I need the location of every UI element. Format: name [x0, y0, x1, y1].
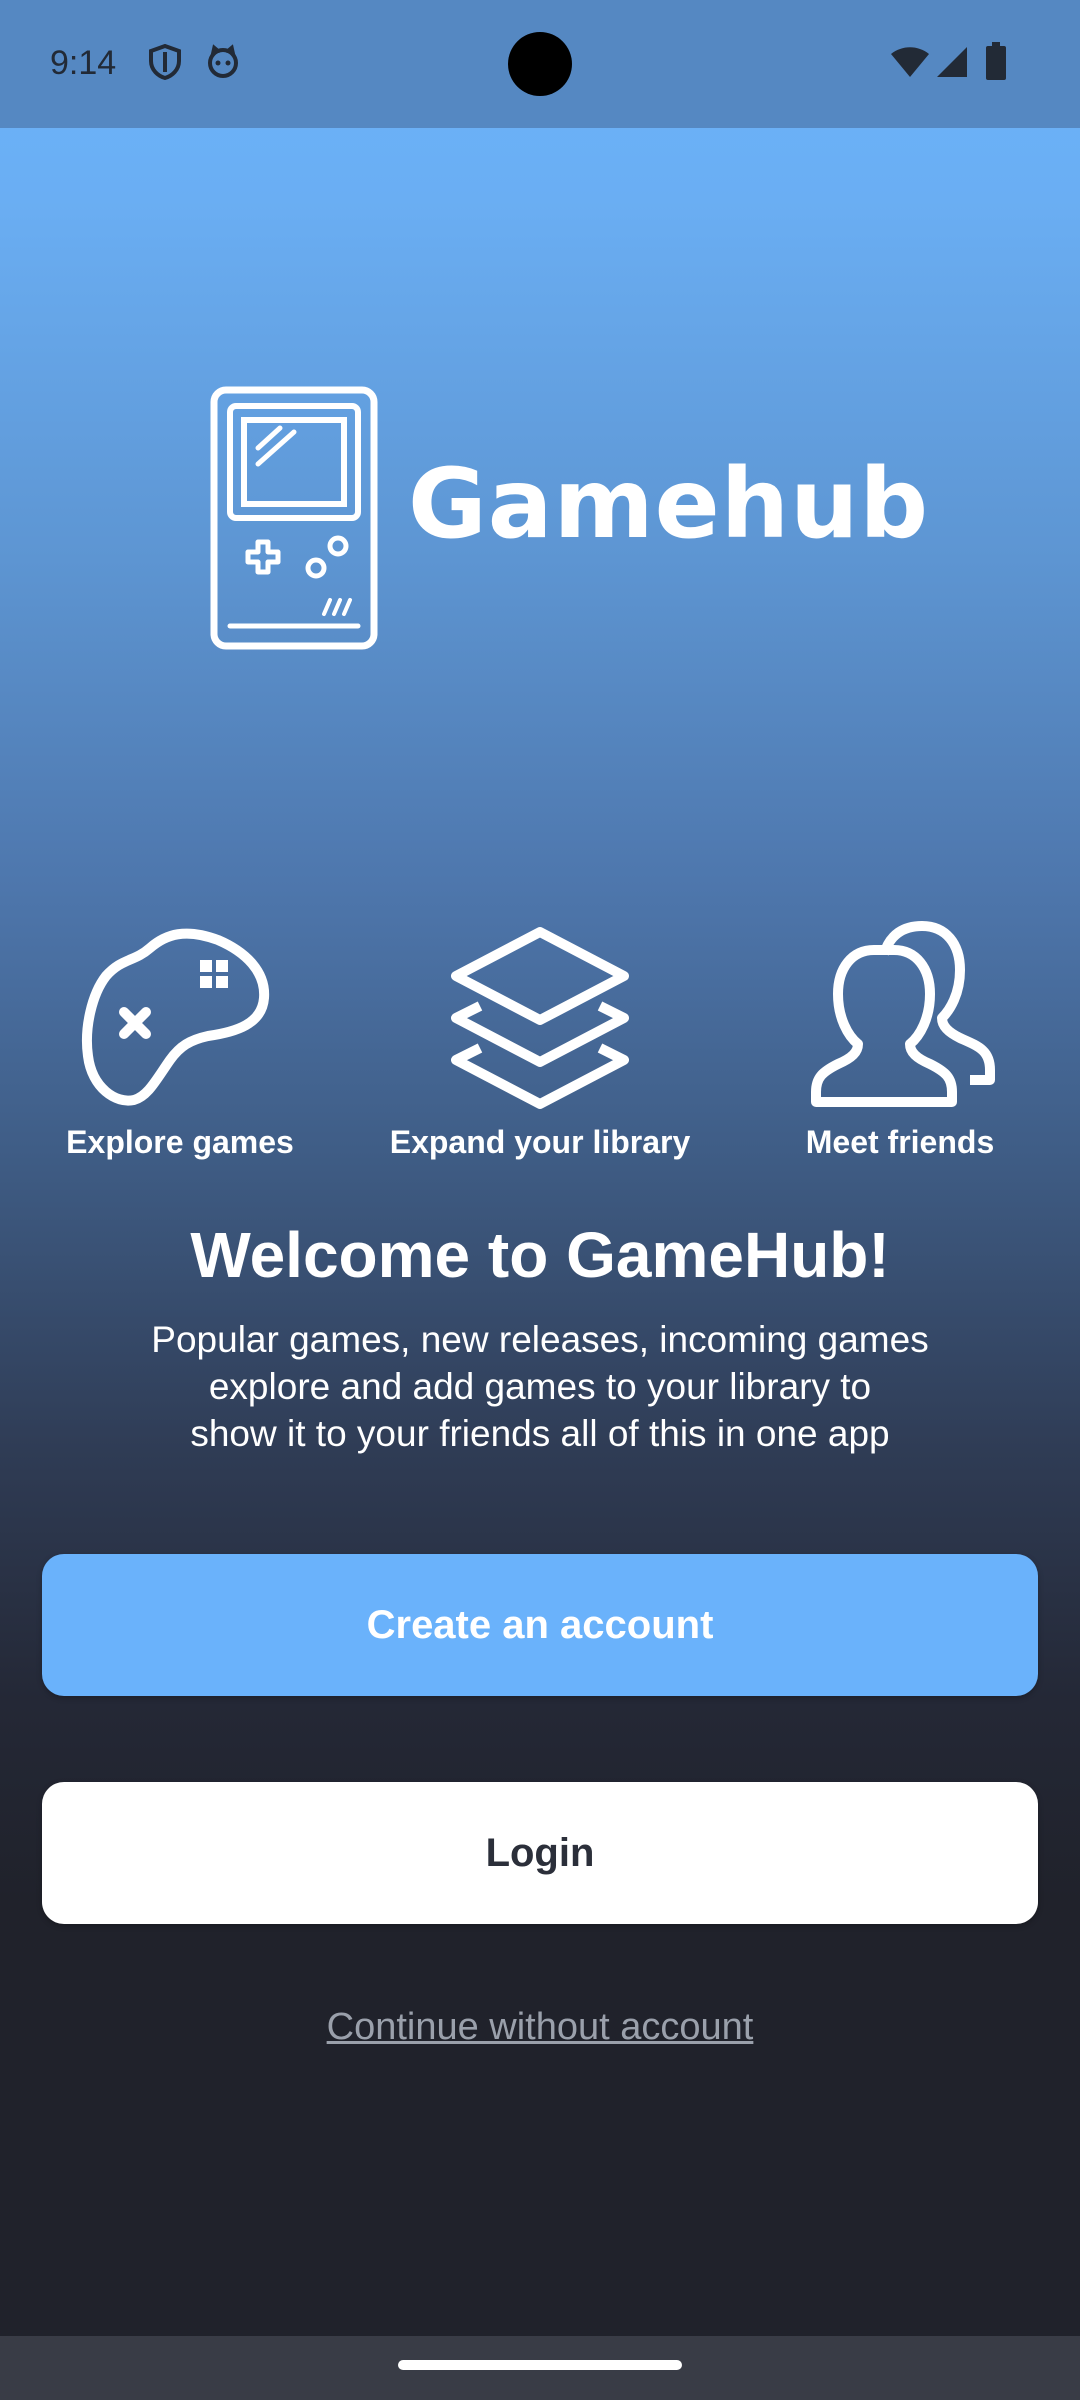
battery-icon	[986, 42, 1006, 85]
feature-label: Explore games	[66, 1124, 294, 1160]
continue-without-account-link[interactable]: Continue without account	[0, 2006, 1080, 2049]
layers-icon	[451, 927, 629, 1109]
welcome-line: explore and add games to your library to	[208, 1366, 872, 1407]
feature-expand-library: Expand your library	[370, 920, 710, 1161]
status-bar: 9:14	[0, 0, 1080, 128]
welcome-title: Welcome to GameHub!	[190, 1219, 890, 1291]
welcome-line: Popular games, new releases, incoming ga…	[151, 1319, 929, 1360]
welcome-description: Popular games, new releases, incoming ga…	[80, 1316, 1000, 1457]
feature-label: Meet friends	[805, 1124, 995, 1160]
shield-icon	[148, 43, 182, 85]
status-time: 9:14	[50, 44, 117, 82]
cat-face-icon	[206, 44, 240, 83]
navigation-bar	[0, 2336, 1080, 2400]
create-account-button[interactable]: Create an account	[42, 1554, 1038, 1696]
users-icon	[811, 921, 995, 1107]
wifi-icon	[890, 46, 930, 83]
welcome-screen: 9:14 Gamehub Explore games Expand your l…	[0, 0, 1080, 2400]
gamepad-icon	[81, 928, 270, 1106]
camera-cutout	[508, 32, 572, 96]
feature-label: Expand your library	[389, 1124, 691, 1160]
brand-name: Gamehub	[408, 448, 930, 560]
handheld-console-icon	[210, 386, 378, 655]
login-button[interactable]: Login	[42, 1782, 1038, 1924]
feature-explore-games: Explore games	[10, 920, 350, 1161]
feature-meet-friends: Meet friends	[730, 920, 1070, 1161]
cellular-signal-icon	[936, 46, 968, 83]
home-indicator[interactable]	[398, 2360, 682, 2370]
welcome-line: show it to your friends all of this in o…	[190, 1413, 890, 1454]
